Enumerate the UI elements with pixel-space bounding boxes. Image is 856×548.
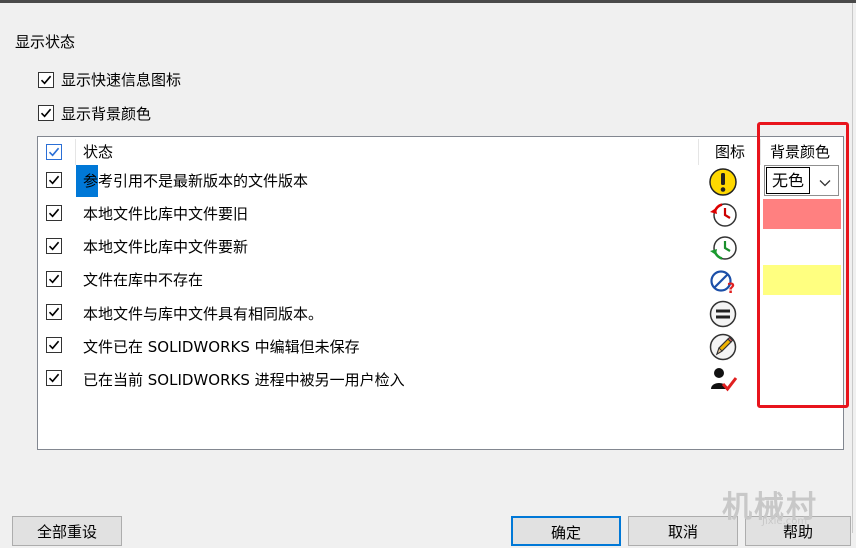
clock-older-icon — [708, 200, 738, 230]
status-text[interactable]: 本地文件比库中文件要旧 — [83, 203, 248, 225]
window-right-border — [852, 3, 853, 533]
show-bg-color-checkbox[interactable] — [38, 105, 54, 121]
header-divider — [698, 139, 699, 165]
status-text[interactable]: 本地文件比库中文件要新 — [83, 236, 248, 258]
status-text[interactable]: 参考引用不是最新版本的文件版本 — [83, 170, 308, 192]
column-header-icon[interactable]: 图标 — [715, 142, 745, 162]
row-checkbox[interactable] — [46, 205, 62, 221]
row-checkbox[interactable] — [46, 337, 62, 353]
checked-in-user-icon — [708, 365, 738, 395]
ok-button[interactable]: 确定 — [511, 516, 621, 546]
highlight-annotation-box — [757, 122, 849, 408]
status-text[interactable]: 本地文件与库中文件具有相同版本。 — [83, 303, 323, 325]
status-text[interactable]: 文件在库中不存在 — [83, 269, 203, 291]
svg-text:?: ? — [727, 281, 735, 296]
status-text[interactable]: 文件已在 SOLIDWORKS 中编辑但未保存 — [83, 336, 360, 358]
column-header-status[interactable]: 状态 — [83, 142, 113, 162]
watermark-url: Jixie.com — [762, 516, 808, 527]
select-all-checkbox[interactable] — [46, 144, 62, 160]
show-quickinfo-icons-checkbox[interactable] — [38, 72, 54, 88]
row-checkbox[interactable] — [46, 172, 62, 188]
window-top-border — [0, 0, 856, 3]
warning-exclamation-icon — [708, 167, 738, 197]
row-checkbox[interactable] — [46, 304, 62, 320]
not-in-vault-icon: ? — [708, 266, 738, 297]
edited-pencil-icon — [708, 332, 738, 362]
show-quickinfo-icons-label[interactable]: 显示快速信息图标 — [61, 70, 181, 90]
row-checkbox[interactable] — [46, 370, 62, 386]
status-table: 状态 图标 背景颜色 参考引用不是最新版本的文件版本 本地文件比库中文件要旧 本… — [37, 136, 844, 450]
header-divider — [75, 139, 76, 165]
row-checkbox[interactable] — [46, 271, 62, 287]
group-title: 显示状态 — [15, 33, 76, 51]
reset-all-button[interactable]: 全部重设 — [12, 516, 122, 546]
show-bg-color-label[interactable]: 显示背景颜色 — [61, 104, 151, 124]
row-checkbox[interactable] — [46, 238, 62, 254]
clock-newer-icon — [708, 233, 738, 263]
status-text[interactable]: 已在当前 SOLIDWORKS 进程中被另一用户检入 — [83, 369, 405, 391]
equal-version-icon — [708, 299, 738, 329]
